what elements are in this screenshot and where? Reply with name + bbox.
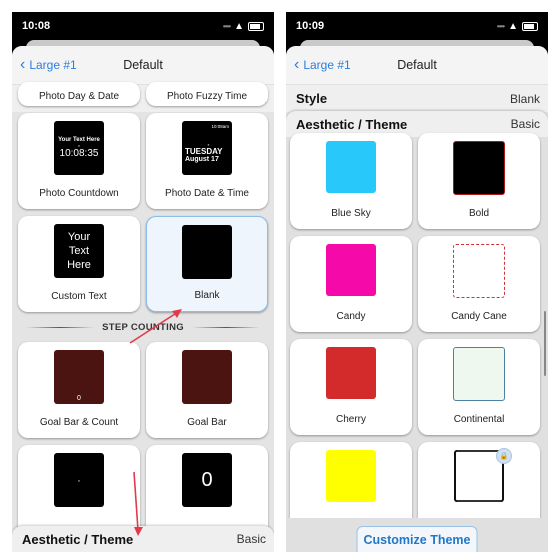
card-label: Photo Fuzzy Time (166, 91, 248, 102)
signal-icon: •••• (222, 21, 231, 31)
theme-value: Basic (510, 117, 540, 131)
theme-swatch (326, 141, 376, 193)
thumb-count: 0 (77, 395, 81, 402)
nav-title: Default (397, 58, 437, 72)
style-card-photo-date-time[interactable]: 10:08am ● TUESDAY August 17 Photo Date &… (146, 113, 268, 209)
lock-icon: 🔒 (496, 448, 512, 464)
nav-bar: ‹ Large #1 Default (12, 46, 274, 85)
blank-thumbnail (182, 225, 232, 279)
style-card-photo-day-date[interactable]: Photo Day & Date (18, 82, 140, 106)
signal-icon: •••• (496, 21, 505, 31)
theme-swatch (453, 244, 505, 298)
card-label: Photo Date & Time (165, 188, 249, 199)
footer-bar: Customize Theme (286, 518, 548, 552)
theme-card[interactable]: Candy Cane (418, 236, 540, 332)
status-bar: 10:09 •••• ▲ (286, 12, 548, 40)
theme-label: Blue Sky (331, 208, 371, 219)
nav-bar: ‹ Large #1 Default (286, 46, 548, 85)
card-label: Blank (194, 290, 220, 301)
scrollbar[interactable] (544, 311, 546, 376)
customize-theme-button[interactable]: Customize Theme (356, 526, 478, 552)
settings-sheet: ‹ Large #1 Default Style Blank Aesthetic… (286, 46, 548, 552)
card-label: Photo Countdown (39, 188, 119, 199)
style-card-blank[interactable]: Blank (146, 216, 268, 312)
theme-label: Cherry (335, 414, 366, 425)
status-time: 10:09 (296, 20, 325, 32)
theme-label: Aesthetic / Theme (22, 531, 134, 547)
thumb-count: 0 (201, 468, 213, 491)
right-phone-screen: 10:09 •••• ▲ ‹ Large #1 Default Style Bl… (286, 12, 548, 552)
theme-sheet: Aesthetic / Theme Basic Blue Sky Bold Cand… (286, 111, 548, 552)
thumb-date: August 17 (185, 155, 219, 163)
theme-swatch (326, 450, 376, 502)
theme-card[interactable]: Bold (418, 133, 540, 229)
theme-grid: Blue Sky Bold Candy Candy Cane Cherry Contine… (290, 133, 540, 538)
theme-label: Aesthetic / Theme (296, 116, 408, 132)
style-row[interactable]: Style Blank (286, 85, 548, 112)
section-title: STEP COUNTING (102, 321, 184, 333)
thumb-time: 10:08:35 (59, 148, 99, 159)
style-card-goal-bar[interactable]: Goal Bar (146, 342, 268, 438)
wifi-icon: ▲ (234, 20, 244, 32)
theme-card[interactable]: Blue Sky (290, 133, 412, 229)
custom-text-thumbnail: Your Text Here (54, 224, 104, 278)
style-grid: Photo Day & Date Photo Fuzzy Time Your T… (18, 82, 268, 541)
battery-icon (522, 21, 538, 31)
theme-swatch (453, 141, 505, 195)
goal-bar-thumbnail (182, 350, 232, 404)
aesthetic-theme-row[interactable]: Aesthetic / Theme Basic (12, 526, 274, 552)
status-bar: 10:08 •••• ▲ (12, 12, 274, 40)
theme-swatch (326, 347, 376, 399)
theme-card[interactable]: Cherry (290, 339, 412, 435)
theme-value: Basic (236, 532, 266, 546)
battery-icon (248, 21, 264, 31)
wifi-icon: ▲ (508, 20, 518, 32)
thumb-time: 10:08am (211, 124, 229, 129)
section-divider-step-counting: STEP COUNTING (18, 319, 268, 335)
nav-title: Default (123, 58, 163, 72)
thumb-day: TUESDAY (185, 146, 223, 156)
style-card-goal-bar-count[interactable]: 0 Goal Bar & Count (18, 342, 140, 438)
card-label: Photo Day & Date (38, 91, 120, 102)
theme-swatch (453, 347, 505, 401)
card-label: Goal Bar & Count (39, 417, 119, 428)
card-label: Goal Bar (187, 417, 227, 428)
card-label: Custom Text (51, 291, 107, 302)
style-label: Style (296, 91, 328, 106)
theme-label: Bold (468, 208, 489, 219)
theme-label: Continental (453, 414, 505, 425)
theme-swatch (326, 244, 376, 296)
style-card-photo-fuzzy-time[interactable]: Photo Fuzzy Time (146, 82, 268, 106)
theme-card[interactable]: Continental (418, 339, 540, 435)
theme-card[interactable]: Candy (290, 236, 412, 332)
theme-swatch: 🔒 (454, 448, 512, 502)
step-thumbnail: ● (54, 453, 104, 507)
left-phone-screen: 10:08 •••• ▲ ‹ Large #1 Default Style Bl… (12, 12, 274, 552)
theme-label: Candy (336, 311, 366, 322)
settings-sheet: ‹ Large #1 Default Style Blank Photo Day… (12, 46, 274, 552)
status-time: 10:08 (22, 20, 51, 32)
goal-bar-count-thumbnail: 0 (54, 350, 104, 404)
style-value: Blank (509, 91, 540, 106)
style-card-photo-countdown[interactable]: Your Text Here ● 10:08:35 Photo Countdow… (18, 113, 140, 209)
style-card-custom-text[interactable]: Your Text Here Custom Text (18, 216, 140, 312)
date-time-thumbnail: 10:08am ● TUESDAY August 17 (182, 121, 232, 175)
theme-label: Candy Cane (451, 311, 507, 322)
countdown-thumbnail: Your Text Here ● 10:08:35 (54, 121, 104, 175)
step-count-thumbnail: 0 (182, 453, 232, 507)
